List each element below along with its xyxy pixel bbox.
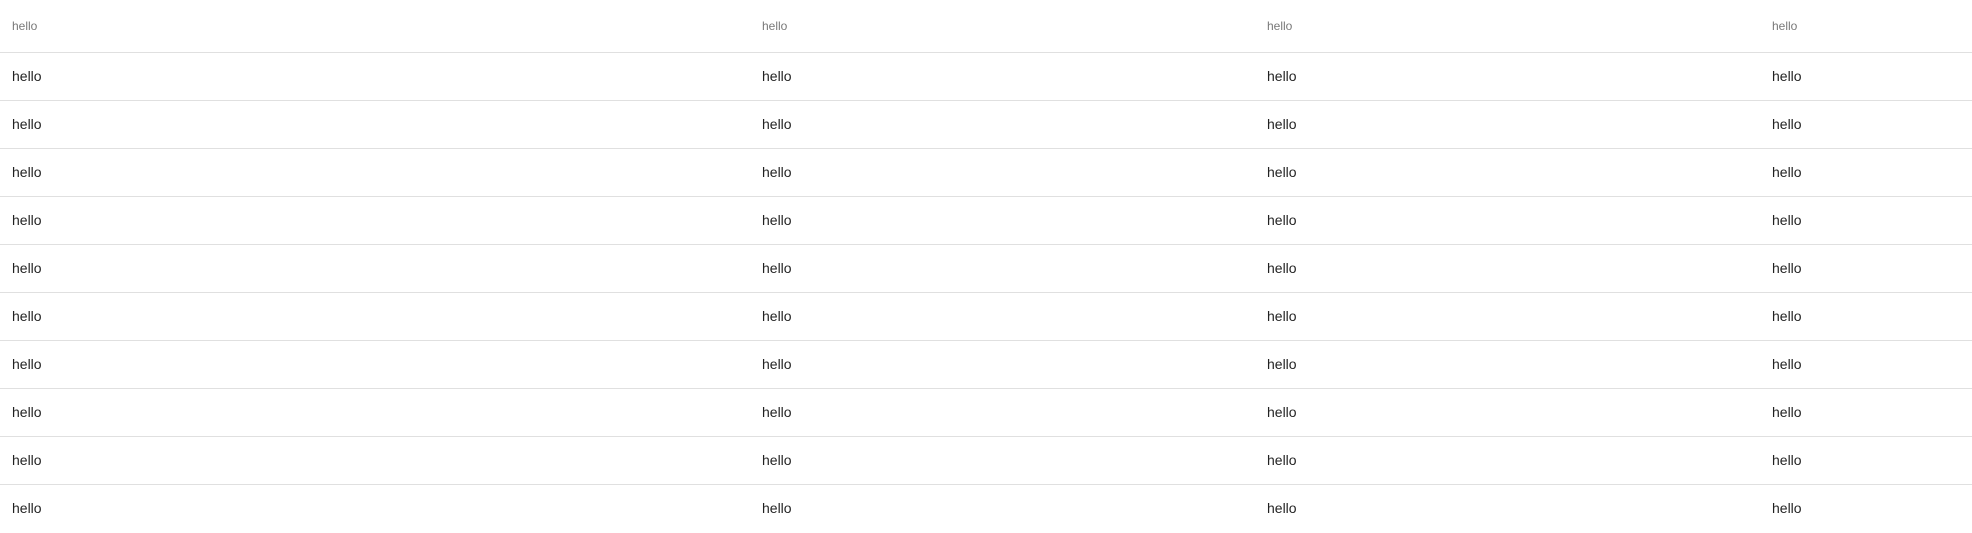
table-row[interactable]: hello hello hello hello <box>0 196 1972 245</box>
table-cell: hello <box>1255 292 1760 341</box>
table-cell: hello <box>750 52 1255 101</box>
table-row[interactable]: hello hello hello hello <box>0 148 1972 197</box>
table-cell: hello <box>750 340 1255 389</box>
table-cell: hello <box>1255 148 1760 197</box>
table-cell: hello <box>0 148 750 197</box>
table-row[interactable]: hello hello hello hello <box>0 340 1972 389</box>
table-cell: hello <box>762 500 792 517</box>
column-header[interactable]: hello <box>750 0 1255 53</box>
header-row: hello hello hello hello <box>0 0 1972 53</box>
table-cell: hello <box>0 196 750 245</box>
table-cell: hello <box>12 500 42 517</box>
table-cell: hello <box>1760 244 1972 293</box>
table-row[interactable]: hello hello hello hello <box>0 436 1972 485</box>
table-row[interactable]: hello hello hello hello <box>0 484 1972 532</box>
table-cell: hello <box>750 196 1255 245</box>
table-cell: hello <box>0 436 750 485</box>
table-cell: hello <box>1267 500 1297 517</box>
table-cell: hello <box>0 244 750 293</box>
table-cell: hello <box>1255 244 1760 293</box>
column-header[interactable]: hello <box>1760 0 1972 53</box>
table-cell: hello <box>1772 500 1802 517</box>
table-cell: hello <box>750 244 1255 293</box>
table-cell: hello <box>1255 388 1760 437</box>
table-cell: hello <box>1760 388 1972 437</box>
table-cell: hello <box>1760 436 1972 485</box>
column-header[interactable]: hello <box>0 0 750 53</box>
table-row[interactable]: hello hello hello hello <box>0 52 1972 101</box>
column-header[interactable]: hello <box>1255 0 1760 53</box>
table-row[interactable]: hello hello hello hello <box>0 100 1972 149</box>
table-cell: hello <box>0 388 750 437</box>
table-cell: hello <box>750 148 1255 197</box>
table-cell: hello <box>1255 52 1760 101</box>
table-cell: hello <box>750 292 1255 341</box>
table-row[interactable]: hello hello hello hello <box>0 244 1972 293</box>
table-row[interactable]: hello hello hello hello <box>0 388 1972 437</box>
table-header: hello hello hello hello <box>0 0 1972 53</box>
table-cell: hello <box>1760 292 1972 341</box>
table-row[interactable]: hello hello hello hello <box>0 292 1972 341</box>
table-cell: hello <box>1255 436 1760 485</box>
table-cell: hello <box>0 52 750 101</box>
table-cell: hello <box>1255 100 1760 149</box>
data-table: hello hello hello hello hello hello hell… <box>0 0 1972 532</box>
table-cell: hello <box>1255 196 1760 245</box>
table-cell: hello <box>1760 100 1972 149</box>
table-cell: hello <box>750 436 1255 485</box>
table-cell: hello <box>750 388 1255 437</box>
table-cell: hello <box>1760 52 1972 101</box>
table-cell: hello <box>0 340 750 389</box>
table-cell: hello <box>0 100 750 149</box>
table-cell: hello <box>1760 340 1972 389</box>
table-cell: hello <box>750 100 1255 149</box>
table-cell: hello <box>1760 196 1972 245</box>
table-cell: hello <box>0 292 750 341</box>
table-cell: hello <box>1255 340 1760 389</box>
table-cell: hello <box>1760 148 1972 197</box>
table-body: hello hello hello hello hello hello hell… <box>0 52 1972 532</box>
